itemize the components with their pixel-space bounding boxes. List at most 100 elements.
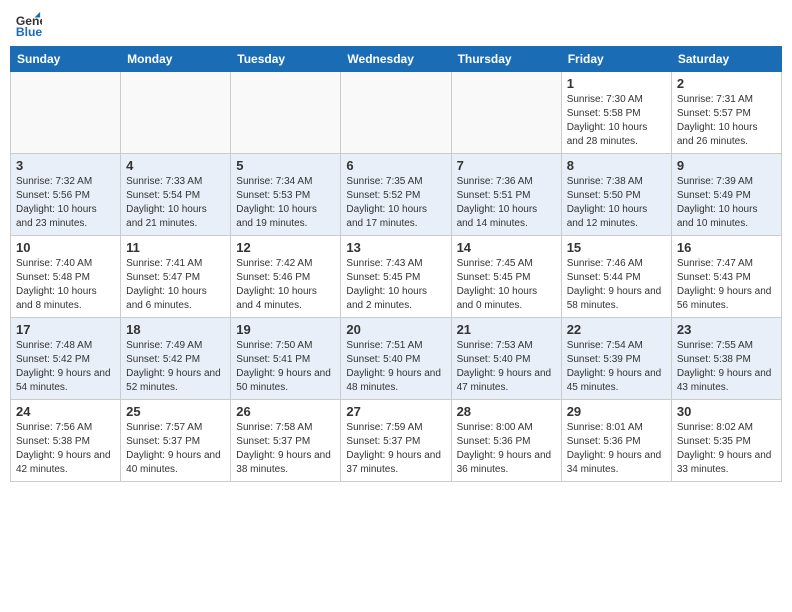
day-info: Sunrise: 7:38 AM Sunset: 5:50 PM Dayligh…	[567, 175, 666, 231]
calendar-table: SundayMondayTuesdayWednesdayThursdayFrid…	[10, 46, 782, 482]
day-number: 3	[16, 158, 115, 173]
day-number: 8	[567, 158, 666, 173]
calendar-day-cell: 27 Sunrise: 7:59 AM Sunset: 5:37 PM Dayli…	[341, 400, 451, 482]
calendar-header-cell: Tuesday	[231, 47, 341, 72]
calendar-day-cell: 3 Sunrise: 7:32 AM Sunset: 5:56 PM Daylig…	[11, 154, 121, 236]
calendar-day-cell: 29Sunrise: 8:01 AM Sunset: 5:36 PM Dayli…	[561, 400, 671, 482]
calendar-header-cell: Monday	[121, 47, 231, 72]
day-number: 24	[16, 404, 115, 419]
calendar-day-cell	[121, 72, 231, 154]
day-info: Sunrise: 7:57 AM Sunset: 5:37 PM Dayligh…	[126, 421, 225, 477]
calendar-header-cell: Sunday	[11, 47, 121, 72]
calendar-day-cell: 12 Sunrise: 7:42 AM Sunset: 5:46 PM Dayli…	[231, 236, 341, 318]
calendar-day-cell: 15 Sunrise: 7:46 AM Sunset: 5:44 PM Dayli…	[561, 236, 671, 318]
day-info: Sunrise: 7:42 AM Sunset: 5:46 PM Dayligh…	[236, 257, 335, 313]
day-number: 16	[677, 240, 776, 255]
calendar-day-cell: 17 Sunrise: 7:48 AM Sunset: 5:42 PM Dayli…	[11, 318, 121, 400]
day-info: Sunrise: 7:48 AM Sunset: 5:42 PM Dayligh…	[16, 339, 115, 395]
calendar-week-row: 3 Sunrise: 7:32 AM Sunset: 5:56 PM Daylig…	[11, 154, 782, 236]
day-info: Sunrise: 7:33 AM Sunset: 5:54 PM Dayligh…	[126, 175, 225, 231]
day-info: Sunrise: 7:32 AM Sunset: 5:56 PM Dayligh…	[16, 175, 115, 231]
calendar-day-cell: 9 Sunrise: 7:39 AM Sunset: 5:49 PM Daylig…	[671, 154, 781, 236]
day-info: Sunrise: 8:02 AM Sunset: 5:35 PM Dayligh…	[677, 421, 776, 477]
calendar-day-cell: 24 Sunrise: 7:56 AM Sunset: 5:38 PM Dayli…	[11, 400, 121, 482]
day-number: 25	[126, 404, 225, 419]
calendar-header-cell: Friday	[561, 47, 671, 72]
calendar-day-cell: 7 Sunrise: 7:36 AM Sunset: 5:51 PM Daylig…	[451, 154, 561, 236]
calendar-day-cell: 2Sunrise: 7:31 AM Sunset: 5:57 PM Daylig…	[671, 72, 781, 154]
calendar-day-cell: 23 Sunrise: 7:55 AM Sunset: 5:38 PM Dayli…	[671, 318, 781, 400]
day-number: 30	[677, 404, 776, 419]
day-info: Sunrise: 7:46 AM Sunset: 5:44 PM Dayligh…	[567, 257, 666, 313]
day-number: 4	[126, 158, 225, 173]
day-info: Sunrise: 7:54 AM Sunset: 5:39 PM Dayligh…	[567, 339, 666, 395]
day-info: Sunrise: 7:36 AM Sunset: 5:51 PM Dayligh…	[457, 175, 556, 231]
logo: General Blue	[14, 10, 42, 38]
day-info: Sunrise: 7:34 AM Sunset: 5:53 PM Dayligh…	[236, 175, 335, 231]
day-number: 29	[567, 404, 666, 419]
calendar-day-cell: 20 Sunrise: 7:51 AM Sunset: 5:40 PM Dayli…	[341, 318, 451, 400]
day-info: Sunrise: 7:56 AM Sunset: 5:38 PM Dayligh…	[16, 421, 115, 477]
day-number: 21	[457, 322, 556, 337]
day-info: Sunrise: 7:45 AM Sunset: 5:45 PM Dayligh…	[457, 257, 556, 313]
day-info: Sunrise: 7:31 AM Sunset: 5:57 PM Dayligh…	[677, 93, 776, 149]
day-number: 15	[567, 240, 666, 255]
calendar-day-cell: 1Sunrise: 7:30 AM Sunset: 5:58 PM Daylig…	[561, 72, 671, 154]
day-info: Sunrise: 7:55 AM Sunset: 5:38 PM Dayligh…	[677, 339, 776, 395]
calendar-day-cell: 18 Sunrise: 7:49 AM Sunset: 5:42 PM Dayli…	[121, 318, 231, 400]
day-info: Sunrise: 7:51 AM Sunset: 5:40 PM Dayligh…	[346, 339, 445, 395]
day-info: Sunrise: 7:40 AM Sunset: 5:48 PM Dayligh…	[16, 257, 115, 313]
calendar-day-cell: 16Sunrise: 7:47 AM Sunset: 5:43 PM Dayli…	[671, 236, 781, 318]
day-number: 5	[236, 158, 335, 173]
day-number: 11	[126, 240, 225, 255]
day-number: 28	[457, 404, 556, 419]
calendar-day-cell: 10Sunrise: 7:40 AM Sunset: 5:48 PM Dayli…	[11, 236, 121, 318]
calendar-header-row: SundayMondayTuesdayWednesdayThursdayFrid…	[11, 47, 782, 72]
day-number: 12	[236, 240, 335, 255]
calendar-week-row: 24 Sunrise: 7:56 AM Sunset: 5:38 PM Dayli…	[11, 400, 782, 482]
calendar-day-cell: 8 Sunrise: 7:38 AM Sunset: 5:50 PM Daylig…	[561, 154, 671, 236]
calendar-day-cell: 4 Sunrise: 7:33 AM Sunset: 5:54 PM Daylig…	[121, 154, 231, 236]
day-number: 6	[346, 158, 445, 173]
calendar-day-cell: 11 Sunrise: 7:41 AM Sunset: 5:47 PM Dayli…	[121, 236, 231, 318]
calendar-header-cell: Wednesday	[341, 47, 451, 72]
day-info: Sunrise: 7:35 AM Sunset: 5:52 PM Dayligh…	[346, 175, 445, 231]
day-number: 1	[567, 76, 666, 91]
calendar-day-cell: 22 Sunrise: 7:54 AM Sunset: 5:39 PM Dayli…	[561, 318, 671, 400]
day-number: 17	[16, 322, 115, 337]
day-info: Sunrise: 7:41 AM Sunset: 5:47 PM Dayligh…	[126, 257, 225, 313]
svg-text:Blue: Blue	[16, 25, 42, 38]
day-number: 18	[126, 322, 225, 337]
calendar-day-cell	[451, 72, 561, 154]
day-info: Sunrise: 7:50 AM Sunset: 5:41 PM Dayligh…	[236, 339, 335, 395]
calendar-day-cell: 14 Sunrise: 7:45 AM Sunset: 5:45 PM Dayli…	[451, 236, 561, 318]
calendar-day-cell: 28 Sunrise: 8:00 AM Sunset: 5:36 PM Dayli…	[451, 400, 561, 482]
day-number: 20	[346, 322, 445, 337]
day-info: Sunrise: 8:00 AM Sunset: 5:36 PM Dayligh…	[457, 421, 556, 477]
day-info: Sunrise: 7:58 AM Sunset: 5:37 PM Dayligh…	[236, 421, 335, 477]
calendar-day-cell: 5 Sunrise: 7:34 AM Sunset: 5:53 PM Daylig…	[231, 154, 341, 236]
calendar-week-row: 10Sunrise: 7:40 AM Sunset: 5:48 PM Dayli…	[11, 236, 782, 318]
calendar-day-cell	[11, 72, 121, 154]
logo-icon: General Blue	[14, 10, 42, 38]
calendar-header-cell: Saturday	[671, 47, 781, 72]
calendar-day-cell	[341, 72, 451, 154]
day-number: 27	[346, 404, 445, 419]
calendar-day-cell: 30 Sunrise: 8:02 AM Sunset: 5:35 PM Dayli…	[671, 400, 781, 482]
day-number: 23	[677, 322, 776, 337]
calendar-body: 1Sunrise: 7:30 AM Sunset: 5:58 PM Daylig…	[11, 72, 782, 482]
day-number: 7	[457, 158, 556, 173]
day-number: 9	[677, 158, 776, 173]
calendar-week-row: 17 Sunrise: 7:48 AM Sunset: 5:42 PM Dayli…	[11, 318, 782, 400]
day-info: Sunrise: 7:49 AM Sunset: 5:42 PM Dayligh…	[126, 339, 225, 395]
calendar-header-cell: Thursday	[451, 47, 561, 72]
calendar-day-cell: 26Sunrise: 7:58 AM Sunset: 5:37 PM Dayli…	[231, 400, 341, 482]
page-header: General Blue	[10, 10, 782, 38]
day-number: 14	[457, 240, 556, 255]
day-info: Sunrise: 7:59 AM Sunset: 5:37 PM Dayligh…	[346, 421, 445, 477]
calendar-day-cell: 13Sunrise: 7:43 AM Sunset: 5:45 PM Dayli…	[341, 236, 451, 318]
calendar-day-cell: 19Sunrise: 7:50 AM Sunset: 5:41 PM Dayli…	[231, 318, 341, 400]
calendar-day-cell	[231, 72, 341, 154]
day-info: Sunrise: 7:39 AM Sunset: 5:49 PM Dayligh…	[677, 175, 776, 231]
day-number: 22	[567, 322, 666, 337]
